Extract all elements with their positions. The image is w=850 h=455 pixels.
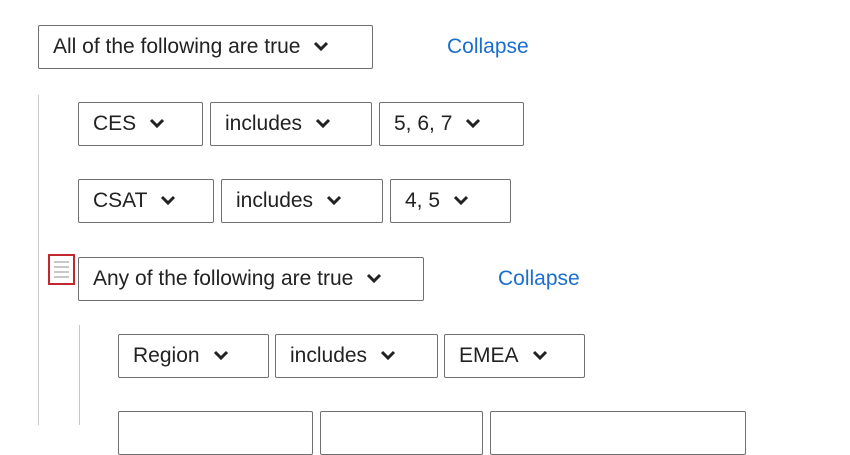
- chevron-down-icon: [367, 273, 382, 284]
- condition-3-operator-label: includes: [290, 344, 368, 367]
- drag-handle-icon[interactable]: [48, 254, 75, 285]
- condition-1-field-label: CES: [93, 112, 137, 135]
- chevron-down-icon: [327, 195, 342, 206]
- condition-2-operator-dropdown[interactable]: includes: [221, 179, 383, 223]
- drag-handle-bar: [54, 276, 69, 278]
- condition-4-field-dropdown[interactable]: [118, 411, 313, 455]
- condition-1-value-dropdown[interactable]: 5, 6, 7: [379, 102, 524, 146]
- condition-3-field-dropdown[interactable]: Region: [118, 334, 269, 378]
- condition-2-field-label: CSAT: [93, 189, 148, 212]
- condition-2-value-dropdown[interactable]: 4, 5: [390, 179, 511, 223]
- condition-1-field-dropdown[interactable]: CES: [78, 102, 203, 146]
- chevron-down-icon: [150, 118, 165, 129]
- condition-4-value-dropdown[interactable]: [490, 411, 746, 455]
- inner-collapse-link[interactable]: Collapse: [498, 267, 580, 291]
- drag-handle-bar: [54, 266, 69, 268]
- chevron-down-icon: [161, 195, 176, 206]
- inner-group-operator-label: Any of the following are true: [93, 267, 354, 290]
- condition-2-operator-label: includes: [236, 189, 314, 212]
- outer-group-operator-label: All of the following are true: [53, 35, 301, 58]
- chevron-down-icon: [381, 350, 396, 361]
- condition-3-field-label: Region: [133, 344, 200, 367]
- condition-1-value-label: 5, 6, 7: [394, 112, 453, 135]
- chevron-down-icon: [532, 350, 547, 361]
- chevron-down-icon: [316, 118, 331, 129]
- outer-group-operator-dropdown[interactable]: All of the following are true: [38, 25, 373, 69]
- condition-3-operator-dropdown[interactable]: includes: [275, 334, 438, 378]
- chevron-down-icon: [453, 195, 469, 206]
- condition-1-operator-dropdown[interactable]: includes: [210, 102, 372, 146]
- drag-handle-bar: [54, 261, 69, 263]
- condition-1-operator-label: includes: [225, 112, 303, 135]
- condition-4-operator-dropdown[interactable]: [320, 411, 483, 455]
- outer-collapse-link[interactable]: Collapse: [447, 35, 529, 59]
- condition-2-field-dropdown[interactable]: CSAT: [78, 179, 214, 223]
- condition-2-value-label: 4, 5: [405, 189, 441, 212]
- chevron-down-icon: [466, 118, 481, 129]
- chevron-down-icon: [213, 350, 228, 361]
- inner-group-guide-line: [79, 325, 80, 425]
- chevron-down-icon: [314, 41, 329, 52]
- outer-group-guide-line: [38, 95, 39, 425]
- condition-3-value-dropdown[interactable]: EMEA: [444, 334, 585, 378]
- drag-handle-bar: [54, 271, 69, 273]
- condition-3-value-label: EMEA: [459, 344, 519, 367]
- inner-group-operator-dropdown[interactable]: Any of the following are true: [78, 257, 424, 301]
